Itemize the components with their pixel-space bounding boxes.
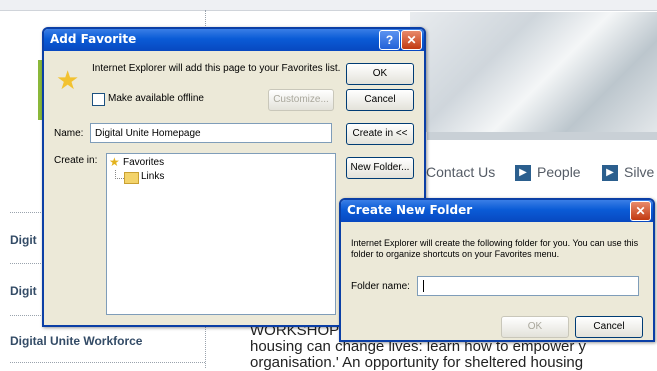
- tree-item-links[interactable]: Links: [141, 171, 164, 182]
- offline-label: Make available offline: [108, 93, 204, 104]
- tree-connector: [115, 170, 124, 179]
- create-in-label: Create in:: [54, 155, 98, 166]
- sidebar-link-1[interactable]: Digit: [10, 233, 37, 247]
- sidebar-divider: [10, 362, 205, 363]
- add-favorite-message: Internet Explorer will add this page to …: [92, 63, 341, 74]
- links-folder-icon: [124, 172, 139, 184]
- folder-ok-button[interactable]: OK: [501, 316, 569, 338]
- create-folder-titlebar[interactable]: Create New Folder ✕: [341, 200, 653, 222]
- create-in-button[interactable]: Create in <<: [346, 123, 414, 145]
- tree-item-favorites[interactable]: Favorites: [123, 157, 164, 168]
- body-text-line: organisation.' An opportunity for shelte…: [250, 354, 584, 371]
- cancel-button[interactable]: Cancel: [346, 89, 414, 111]
- create-folder-title: Create New Folder: [347, 203, 473, 217]
- nav-people[interactable]: People: [537, 164, 581, 180]
- favorites-folder-icon: ★: [109, 155, 120, 169]
- ok-button[interactable]: OK: [346, 63, 414, 85]
- close-icon[interactable]: ✕: [401, 30, 422, 50]
- sidebar-link-2[interactable]: Digit: [10, 284, 37, 298]
- name-input[interactable]: Digital Unite Homepage: [90, 123, 332, 143]
- new-folder-button[interactable]: New Folder...: [346, 157, 414, 179]
- create-folder-message: Internet Explorer will create the follow…: [351, 238, 639, 259]
- nav-arrow-icon: ▶: [515, 165, 531, 181]
- header-photo: [410, 12, 657, 132]
- folder-tree[interactable]: ★ Favorites Links: [106, 153, 336, 315]
- add-favorite-titlebar[interactable]: Add Favorite ? ✕: [44, 29, 424, 51]
- close-icon[interactable]: ✕: [630, 201, 651, 221]
- header-photo-bar: [427, 132, 657, 140]
- add-favorite-title: Add Favorite: [50, 32, 137, 46]
- create-folder-dialog: Create New Folder ✕ Internet Explorer wi…: [339, 198, 655, 342]
- nav-silver[interactable]: Silve: [624, 164, 654, 180]
- folder-name-label: Folder name:: [351, 281, 410, 292]
- page-top-bar: [0, 0, 657, 11]
- favorites-star-icon: ★: [56, 65, 80, 95]
- folder-name-input[interactable]: [417, 276, 639, 296]
- customize-button[interactable]: Customize...: [268, 89, 334, 111]
- name-label: Name:: [54, 128, 84, 139]
- nav-contact-us[interactable]: Contact Us: [426, 164, 495, 180]
- sidebar-link-workforce[interactable]: Digital Unite Workforce: [10, 334, 142, 348]
- help-icon[interactable]: ?: [379, 30, 400, 50]
- offline-checkbox[interactable]: [92, 93, 105, 106]
- nav-arrow-icon: ▶: [602, 165, 618, 181]
- text-cursor: [423, 280, 424, 292]
- folder-cancel-button[interactable]: Cancel: [575, 316, 643, 338]
